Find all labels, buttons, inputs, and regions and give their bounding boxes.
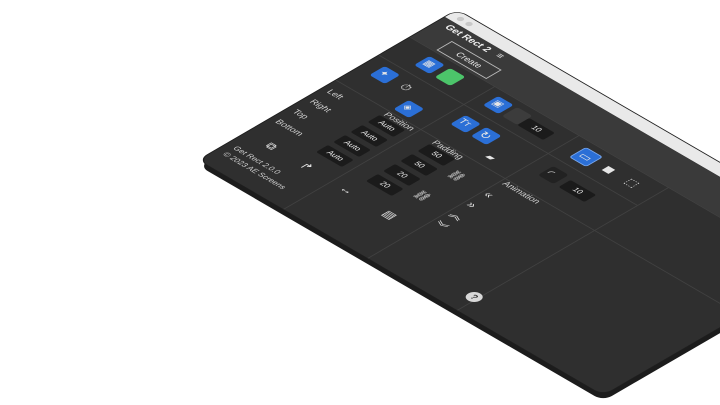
refresh-button[interactable]: ↻ bbox=[470, 127, 502, 145]
fill-color-swatch[interactable] bbox=[434, 68, 466, 86]
shape-rectangle-button[interactable]: ▭ bbox=[568, 147, 604, 167]
link-horizontal-icon[interactable]: ⛓ bbox=[444, 169, 469, 184]
redirect-arrow-icon[interactable]: ↱ bbox=[296, 161, 317, 173]
corner-radius-field[interactable]: 10 bbox=[558, 180, 597, 202]
window-close-light[interactable] bbox=[455, 16, 466, 22]
text-resize-icon: Tт bbox=[455, 117, 474, 129]
layer-icon: ▦ bbox=[420, 59, 438, 70]
link-vertical-icon[interactable]: ⛓ bbox=[410, 189, 435, 204]
window-minimize-light[interactable] bbox=[463, 21, 475, 27]
animation-header: Animation bbox=[500, 180, 544, 206]
stage: Get Rect 2 ≡ Create ▦ ✦ ⏱ ◈ ▣ 10 Tт ↻ ▰ … bbox=[0, 0, 720, 405]
shape-rounded-button[interactable]: ◼ bbox=[595, 161, 626, 179]
refresh-icon: ↻ bbox=[475, 129, 496, 142]
animate-down-icon[interactable]: ︾ bbox=[429, 220, 451, 233]
hamburger-menu-icon[interactable]: ≡ bbox=[491, 52, 506, 61]
layer-select-button[interactable]: ▦ bbox=[414, 56, 445, 74]
rectangle-icon: ▭ bbox=[574, 150, 597, 164]
sparkle-icon: ✦ bbox=[375, 69, 392, 79]
corner-icon: ◜ bbox=[542, 168, 559, 178]
duplicate-layer-icon[interactable]: ⧉ bbox=[262, 141, 281, 152]
column-divider bbox=[457, 187, 670, 311]
get-rect-panel: Get Rect 2 ≡ Create ▦ ✦ ⏱ ◈ ▣ 10 Tт ↻ ▰ … bbox=[199, 10, 720, 395]
stopwatch-icon: ⏱ bbox=[395, 81, 417, 94]
magic-auto-button[interactable]: ✦ bbox=[369, 66, 401, 84]
layers-icon: ◈ bbox=[399, 103, 416, 113]
stroke-width-field[interactable]: 10 bbox=[517, 118, 556, 140]
timer-button[interactable]: ⏱ bbox=[392, 79, 423, 97]
panel-wrap: Get Rect 2 ≡ Create ▦ ✦ ⏱ ◈ ▣ 10 Tт ↻ ▰ … bbox=[0, 0, 720, 405]
label-top: Top bbox=[290, 108, 312, 121]
bezier-path-icon: ⬚ bbox=[621, 176, 644, 190]
eraser-icon: ▰ bbox=[481, 153, 499, 163]
animate-up-icon[interactable]: ︽ bbox=[446, 210, 468, 223]
stroke-icon: ▣ bbox=[488, 99, 507, 110]
help-button[interactable]: ? bbox=[462, 290, 487, 304]
expand-horizontal-icon[interactable]: ↔ bbox=[336, 184, 358, 197]
label-bottom: Bottom bbox=[272, 118, 307, 138]
label-left: Left bbox=[324, 88, 347, 101]
shape-path-button[interactable]: ⬚ bbox=[617, 174, 648, 192]
eraser-button[interactable]: ▰ bbox=[476, 150, 507, 168]
label-right: Right bbox=[307, 98, 335, 114]
rounded-rect-icon: ◼ bbox=[598, 163, 620, 176]
corner-radius-button[interactable]: ◜ bbox=[537, 166, 569, 184]
film-strip-icon[interactable]: ▤ bbox=[379, 209, 401, 222]
text-size-button[interactable]: Tт bbox=[450, 115, 482, 133]
